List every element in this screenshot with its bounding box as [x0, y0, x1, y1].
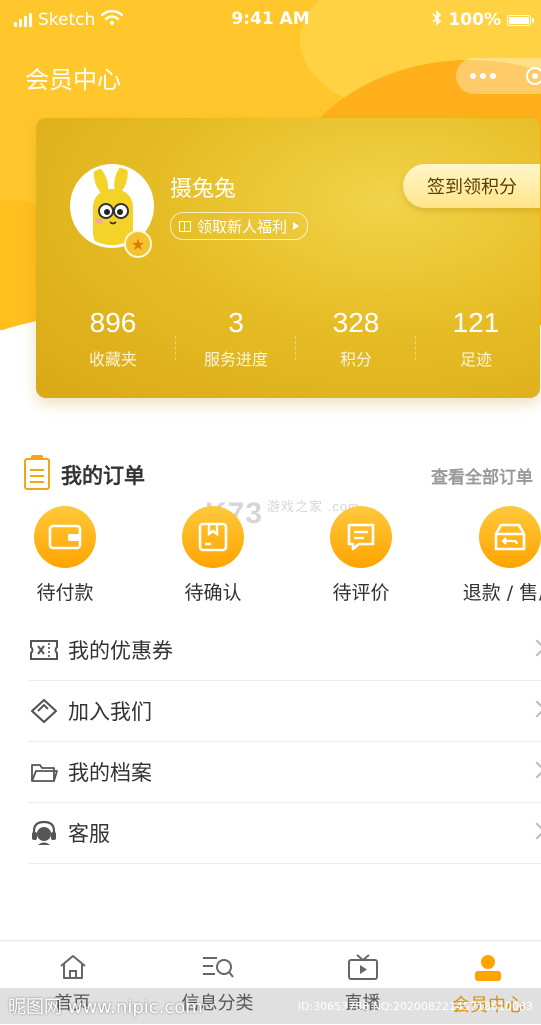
- category-search-icon: [201, 957, 235, 985]
- stat-value: 328: [332, 307, 380, 338]
- watermark-left: 昵图网 www.nipic.com: [8, 997, 203, 1018]
- order-status-row: 待付款 待确认 待评价 退款 / 售: [0, 506, 541, 606]
- menu-label: 我的优惠券: [68, 639, 173, 663]
- arrow-right-icon: [293, 222, 300, 230]
- member-card: ★ 摄兔兔 领取新人福利 签到领积分 896 收藏夹 3 服务进度 328 积分…: [36, 118, 540, 398]
- wallet-icon: [34, 506, 96, 568]
- order-pending-payment[interactable]: 待付款: [0, 506, 130, 605]
- order-refund-aftersale[interactable]: 退款 / 售后: [445, 506, 541, 605]
- mini-program-capsule[interactable]: [456, 58, 541, 94]
- member-icon: [472, 955, 504, 987]
- order-pending-review[interactable]: 待评价: [296, 506, 426, 605]
- package-icon: [182, 506, 244, 568]
- menu-label: 我的档案: [68, 761, 152, 785]
- home-icon: [58, 955, 88, 985]
- carrier-label: Sketch: [38, 10, 96, 30]
- new-user-welfare-button[interactable]: 领取新人福利: [170, 212, 309, 240]
- stat-service-progress[interactable]: 3 服务进度: [176, 306, 296, 376]
- page-title: 会员中心: [25, 66, 121, 94]
- signin-points-button[interactable]: 签到领积分: [403, 164, 540, 208]
- chevron-right-icon: [528, 639, 541, 657]
- welfare-label: 领取新人福利: [197, 217, 288, 236]
- stat-label: 足迹: [459, 350, 492, 369]
- battery-percent: 100%: [448, 10, 501, 30]
- order-label: 待评价: [332, 582, 390, 604]
- refund-box-icon: [479, 506, 541, 568]
- menu-item-customer-service[interactable]: 客服: [28, 803, 541, 864]
- signal-icon: [14, 13, 32, 27]
- stat-points[interactable]: 328 积分: [296, 306, 416, 376]
- chevron-right-icon: [528, 822, 541, 840]
- comment-icon: [330, 506, 392, 568]
- order-pending-confirm[interactable]: 待确认: [148, 506, 278, 605]
- nipic-watermark: 昵图网 www.nipic.com ID:30653788 NO:2020082…: [0, 988, 541, 1024]
- orders-section-header: 我的订单 查看全部订单: [24, 455, 541, 492]
- coupon-icon: [28, 634, 60, 666]
- status-bar: Sketch 9:41 AM 100%: [0, 0, 541, 40]
- order-label: 待确认: [184, 582, 242, 604]
- stat-label: 服务进度: [203, 350, 268, 369]
- view-all-orders-link[interactable]: 查看全部订单: [431, 463, 533, 488]
- close-target-icon[interactable]: [526, 67, 541, 85]
- order-list-icon: [24, 455, 50, 490]
- stat-value: 3: [228, 307, 244, 338]
- tv-icon: [347, 954, 379, 985]
- menu-list: 我的优惠券 加入我们 我的档案 客服: [28, 620, 541, 864]
- orders-title: 我的订单: [61, 464, 145, 488]
- menu-item-profile[interactable]: 我的档案: [28, 742, 541, 803]
- order-label: 待付款: [36, 582, 94, 604]
- more-icon[interactable]: [470, 73, 496, 79]
- stat-value: 121: [452, 307, 500, 338]
- member-stats: 896 收藏夹 3 服务进度 328 积分 121 足迹: [36, 306, 540, 376]
- star-badge-icon: ★: [124, 230, 152, 258]
- battery-icon: [507, 14, 534, 26]
- headset-icon: [28, 817, 60, 849]
- username: 摄兔兔: [170, 177, 237, 202]
- menu-item-coupons[interactable]: 我的优惠券: [28, 620, 541, 681]
- stat-favorites[interactable]: 896 收藏夹: [36, 306, 176, 376]
- stat-label: 积分: [339, 350, 372, 369]
- signin-label: 签到领积分: [427, 177, 517, 198]
- menu-item-join-us[interactable]: 加入我们: [28, 681, 541, 742]
- chevron-right-icon: [528, 700, 541, 718]
- menu-label: 客服: [68, 822, 110, 846]
- gift-icon: [179, 220, 191, 232]
- menu-label: 加入我们: [68, 700, 152, 724]
- wifi-icon: [101, 9, 124, 31]
- stat-footprints[interactable]: 121 足迹: [416, 306, 536, 376]
- watermark-right: ID:30653788 NO:20200822145718610083: [297, 999, 533, 1013]
- folder-icon: [28, 756, 60, 788]
- stat-label: 收藏夹: [88, 350, 137, 369]
- bluetooth-icon: [432, 9, 442, 31]
- handshake-icon: [28, 695, 60, 727]
- chevron-right-icon: [528, 761, 541, 779]
- order-label: 退款 / 售后: [462, 582, 541, 604]
- stat-value: 896: [89, 307, 137, 338]
